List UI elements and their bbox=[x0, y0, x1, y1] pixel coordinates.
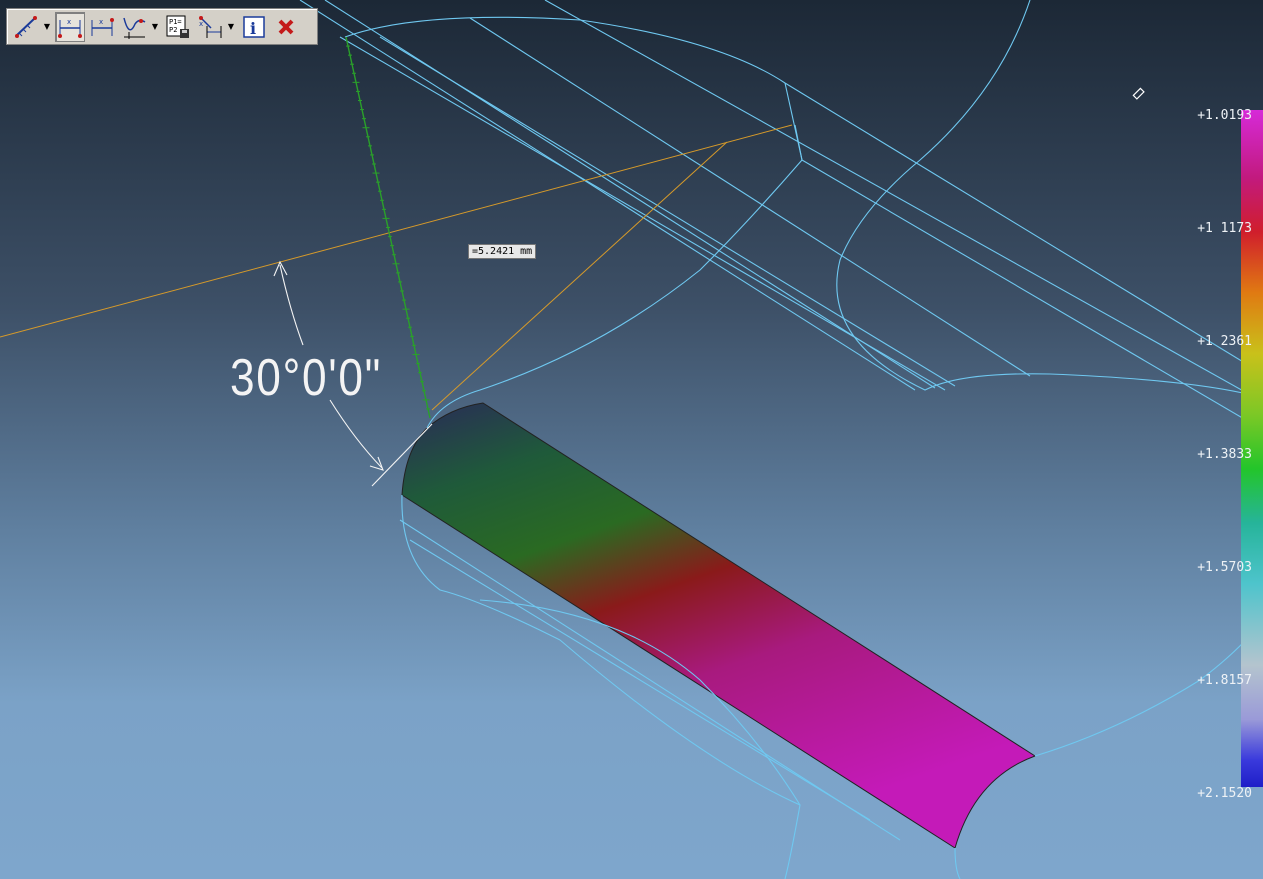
dimension-options-icon: x bbox=[199, 15, 222, 38]
color-scale-value: +1.8157 bbox=[1197, 673, 1252, 688]
save-points-button[interactable]: P1= P2 bbox=[163, 12, 193, 42]
3d-viewport[interactable]: ▼ x x ▼ P1= P2 x ▼ i =5.2421 mm 30°0'0" … bbox=[0, 0, 1263, 879]
info-icon: i bbox=[243, 15, 265, 38]
color-scale-value: +1 2361 bbox=[1197, 334, 1252, 349]
scene-canvas[interactable] bbox=[0, 0, 1263, 879]
close-icon bbox=[278, 19, 294, 34]
svg-text:i: i bbox=[250, 19, 256, 38]
curve-deviation-icon bbox=[123, 17, 146, 39]
ruler-icon bbox=[15, 15, 37, 38]
horizontal-dimension-alt-button[interactable]: x bbox=[87, 12, 117, 42]
ruler-cursor-icon bbox=[1132, 87, 1145, 100]
svg-text:x: x bbox=[99, 18, 103, 26]
chevron-down-icon: ▼ bbox=[227, 22, 235, 31]
horizontal-dimension-alt-icon: x bbox=[91, 17, 114, 36]
curve-deviation-button[interactable] bbox=[119, 12, 149, 42]
color-scale-value: +1.3833 bbox=[1197, 447, 1252, 462]
angle-dimension-label: 30°0'0" bbox=[230, 349, 383, 407]
color-scale-value: +1.0193 bbox=[1197, 108, 1252, 123]
horizontal-dimension-button[interactable]: x bbox=[55, 11, 85, 42]
save-points-icon: P1= P2 bbox=[166, 15, 189, 38]
chevron-down-icon: ▼ bbox=[43, 22, 51, 31]
horizontal-dimension-icon: x bbox=[58, 18, 82, 38]
chevron-down-icon: ▼ bbox=[151, 22, 159, 31]
color-scale-value: +2.1520 bbox=[1197, 786, 1252, 801]
dimension-options-button[interactable]: x bbox=[195, 12, 225, 42]
measurement-toolbar: ▼ x x ▼ P1= P2 x ▼ i bbox=[6, 8, 318, 45]
info-button[interactable]: i bbox=[239, 12, 269, 42]
color-scale-value: +1.5703 bbox=[1197, 560, 1252, 575]
svg-text:P2: P2 bbox=[169, 26, 177, 34]
svg-text:P1=: P1= bbox=[169, 18, 182, 26]
angle-dimension-lines bbox=[0, 124, 793, 411]
measure-distance-label: =5.2421 mm bbox=[468, 244, 537, 259]
cylinder-surface bbox=[401, 402, 1037, 849]
measure-distance-button[interactable] bbox=[11, 12, 41, 42]
dimension-options-dropdown[interactable]: ▼ bbox=[227, 12, 235, 42]
close-button[interactable] bbox=[271, 12, 301, 42]
svg-text:x: x bbox=[199, 20, 203, 28]
color-scale-value: +1 1173 bbox=[1197, 221, 1252, 236]
measure-distance-dropdown[interactable]: ▼ bbox=[43, 12, 51, 42]
svg-text:x: x bbox=[67, 18, 71, 26]
curve-deviation-dropdown[interactable]: ▼ bbox=[151, 12, 159, 42]
